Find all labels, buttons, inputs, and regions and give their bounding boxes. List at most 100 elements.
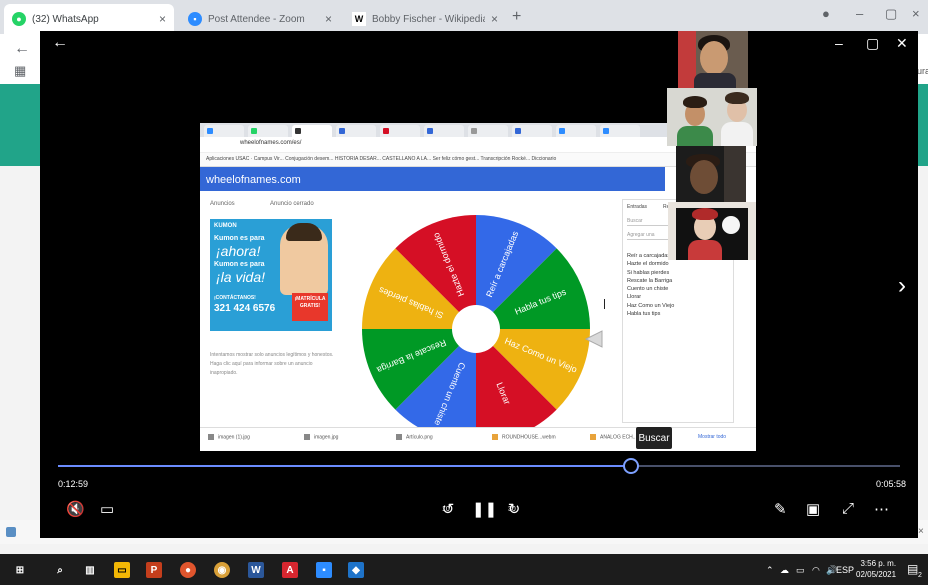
wifi-icon[interactable]: ◠ [812, 565, 820, 576]
player-restore-icon[interactable]: ▢ [866, 35, 879, 52]
photos-icon[interactable]: ◆ [348, 562, 364, 578]
windows-start-icon[interactable]: ⊞ [12, 562, 28, 578]
participant-video-1[interactable] [678, 31, 748, 88]
player-minimize-icon[interactable]: – [835, 35, 843, 51]
ad-line-1: Kumon es para [214, 235, 265, 242]
seek-bar[interactable] [58, 458, 900, 474]
names-list[interactable]: Reír a carcajadas Hazte el dormido Si ha… [627, 252, 674, 318]
apps-grid-icon[interactable]: ▦ [14, 63, 26, 79]
wheel-of-names[interactable]: Reír a carcajadasHabla tus tipsHaz Como … [360, 213, 592, 445]
chrome-icon[interactable]: ● [180, 562, 196, 578]
time-total: 0:05:58 [876, 479, 907, 489]
shared-tab [204, 125, 244, 137]
download-item[interactable]: ROUNDHOUSE...webm [492, 434, 556, 440]
mute-icon[interactable]: 🔇 [66, 500, 85, 518]
shared-tab [380, 125, 420, 137]
shared-bookmarks-text: Aplicaciones USAC · Campus Vir... Conjug… [206, 156, 557, 162]
wikipedia-icon: W [352, 12, 366, 26]
skip-back-button[interactable]: ↺ 10 [438, 500, 458, 518]
player-close-icon[interactable]: ✕ [896, 35, 908, 52]
ad-line-3: Kumon es para [214, 261, 265, 268]
list-item: Haz Como un Viejo [627, 302, 675, 309]
search-icon[interactable]: ⌕ [52, 562, 68, 578]
ad-child-image [280, 223, 328, 295]
shared-tab [512, 125, 552, 137]
profile-icon[interactable]: ● [822, 6, 830, 21]
battery-icon[interactable]: ▭ [796, 565, 805, 576]
ad-line-4: ¡la vida! [216, 269, 266, 285]
participant-video-4[interactable] [668, 202, 756, 260]
file-explorer-icon[interactable]: ▭ [114, 562, 130, 578]
captions-icon[interactable]: ▭ [100, 500, 114, 518]
more-options-icon[interactable]: ⋯ [874, 500, 889, 518]
tray-cloud-icon[interactable]: ☁ [780, 565, 789, 576]
download-item[interactable]: Artículo.png [396, 434, 433, 440]
close-tab-icon[interactable]: × [325, 12, 332, 26]
shared-tab [556, 125, 596, 137]
word-icon[interactable]: W [248, 562, 264, 578]
ad-badge: ¡MATRÍCULA GRATIS! [292, 293, 328, 321]
tab-title: (32) WhatsApp [32, 13, 99, 25]
pause-icon[interactable]: ❚❚ [472, 500, 497, 518]
site-title: wheelofnames.com [206, 174, 301, 186]
pen-icon[interactable]: ✎ [774, 500, 787, 518]
list-item: Si hablas pierdes [627, 269, 670, 276]
browser-back-icon[interactable]: ← [14, 40, 30, 58]
close-tab-icon[interactable]: × [491, 12, 498, 26]
minimize-icon[interactable]: – [856, 6, 863, 21]
fullscreen-icon[interactable]: ⤢ [842, 500, 854, 517]
page-edge-text: ura [917, 66, 928, 76]
tab-title: Post Attendee - Zoom [208, 13, 305, 25]
whatsapp-icon: ● [12, 12, 26, 26]
participant-video-3[interactable] [676, 146, 746, 202]
maximize-icon[interactable]: ▢ [885, 6, 897, 22]
wheel-pointer-icon [584, 330, 603, 348]
notifications-count: 2 [918, 572, 922, 579]
player-back-icon[interactable]: ← [52, 34, 68, 52]
powerpoint-icon[interactable]: P [146, 562, 162, 578]
tab-zoom[interactable]: ▪ Post Attendee - Zoom × [180, 4, 340, 34]
shared-tab [248, 125, 288, 137]
ad-brand: KUMON [214, 223, 237, 229]
ads-info-text: Intentamos mostrar solo anuncios legítim… [210, 352, 334, 376]
ad-phone: 321 424 6576 [214, 303, 276, 314]
page-footer-icon [6, 527, 16, 537]
close-tab-icon[interactable]: × [159, 12, 166, 26]
shared-tab [600, 125, 640, 137]
tab-whatsapp[interactable]: ● (32) WhatsApp × [4, 4, 174, 34]
show-all-downloads[interactable]: Mostrar todo [698, 434, 726, 440]
seek-thumb[interactable] [622, 458, 639, 474]
buscar-tooltip: Buscar [636, 427, 672, 449]
list-item: Hazte el dormido [627, 261, 669, 268]
page-footer-close-icon[interactable]: × [918, 526, 924, 537]
download-item[interactable]: imagen.jpg [304, 434, 338, 440]
wheel-center[interactable] [452, 305, 500, 353]
new-tab-button[interactable]: + [512, 8, 521, 26]
download-item[interactable]: imagen (1).jpg [208, 434, 250, 440]
time-elapsed: 0:12:59 [58, 479, 89, 489]
participant-video-2[interactable] [667, 88, 757, 146]
clock-date: 02/05/2021 [856, 570, 897, 579]
downloads-bar [200, 427, 756, 451]
ads-closed-label: Anuncio cerrado [270, 201, 314, 207]
notifications-icon[interactable]: ▤ [907, 562, 918, 576]
list-item: Habla tus tips [627, 311, 661, 318]
media-app-icon[interactable]: ◉ [214, 562, 230, 578]
language-indicator[interactable]: ESP [836, 565, 854, 575]
shared-tab [336, 125, 376, 137]
task-view-icon[interactable]: ▥ [82, 562, 98, 578]
zoom-taskbar-icon[interactable]: ▪ [316, 562, 332, 578]
tray-up-icon[interactable]: ⌃ [766, 565, 774, 576]
skip-forward-button[interactable]: ↻ 30 [504, 500, 524, 518]
shared-tab [292, 125, 332, 137]
list-item: Llorar [627, 294, 642, 301]
ad-line-2: ¡ahora! [216, 243, 261, 259]
miniplayer-icon[interactable]: ▣ [806, 500, 820, 518]
next-chevron-icon[interactable]: › [898, 272, 906, 300]
shared-address-text: wheelofnames.com/es/ [240, 140, 302, 146]
tab-entries[interactable]: Entradas [627, 204, 647, 210]
taskbar-clock[interactable]: 3:56 p. m. 02/05/2021 [856, 558, 896, 580]
tab-wikipedia[interactable]: W Bobby Fischer - Wikipedia, la en × [344, 4, 506, 34]
close-window-icon[interactable]: × [912, 6, 920, 21]
acrobat-icon[interactable]: A [282, 562, 298, 578]
